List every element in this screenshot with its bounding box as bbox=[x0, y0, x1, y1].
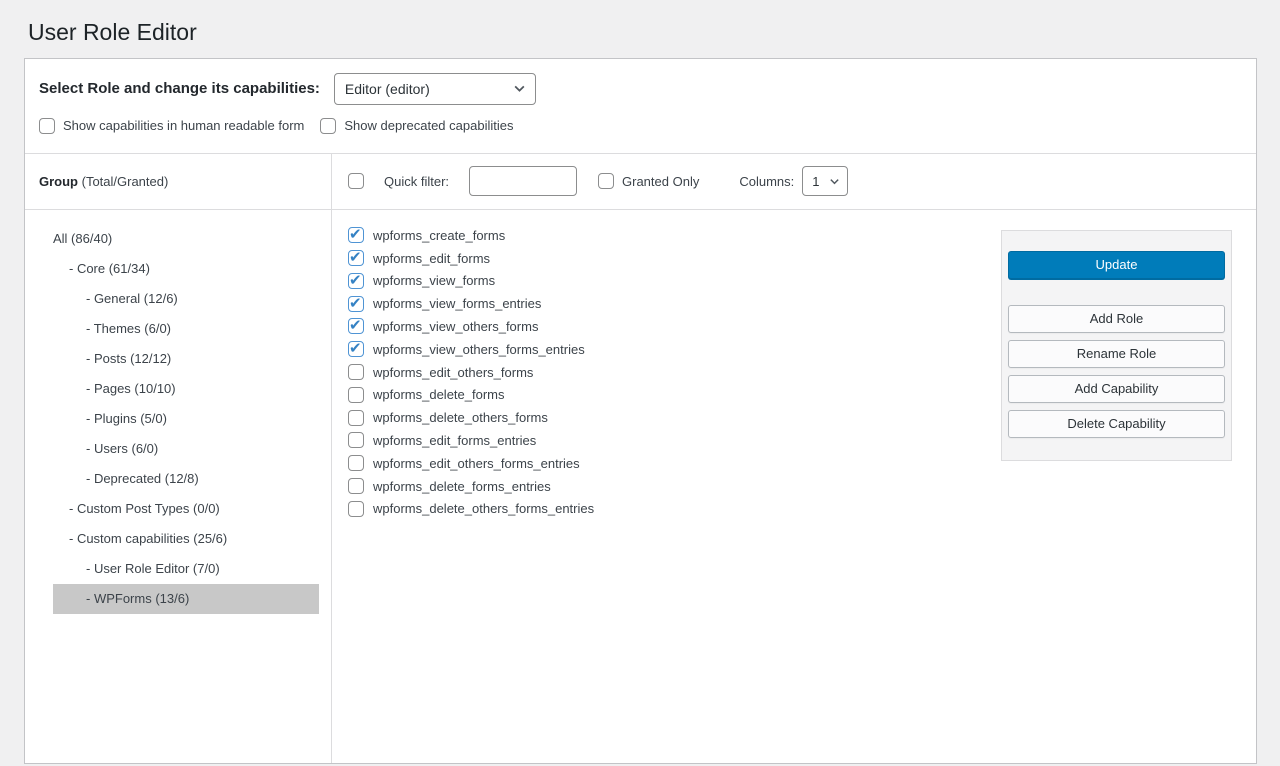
capability-checkbox[interactable] bbox=[348, 250, 364, 266]
group-tree-item[interactable]: - Posts (12/12) bbox=[53, 344, 319, 374]
panel-columns: Group (Total/Granted) All (86/40)- Core … bbox=[25, 153, 1256, 763]
capability-checkbox[interactable] bbox=[348, 318, 364, 334]
capabilities-body: wpforms_create_forms wpforms_edit_formswp… bbox=[332, 210, 1256, 763]
role-select-value: Editor (editor) bbox=[345, 81, 430, 97]
group-tree-item[interactable]: All (86/40) bbox=[53, 224, 319, 254]
capability-row[interactable]: wpforms_delete_forms_entries bbox=[348, 475, 1001, 498]
show-deprecated-label: Show deprecated capabilities bbox=[344, 118, 513, 133]
rename-role-button[interactable]: Rename Role bbox=[1008, 340, 1225, 368]
capability-list: wpforms_create_forms wpforms_edit_formswp… bbox=[348, 224, 1001, 520]
group-tree-item[interactable]: - Users (6/0) bbox=[53, 434, 319, 464]
capability-checkbox[interactable] bbox=[348, 432, 364, 448]
capability-label: wpforms_edit_others_forms_entries bbox=[373, 456, 580, 471]
capability-checkbox[interactable] bbox=[348, 341, 364, 357]
capability-checkbox[interactable] bbox=[348, 296, 364, 312]
capability-checkbox[interactable] bbox=[348, 501, 364, 517]
capability-label: wpforms_delete_forms_entries bbox=[373, 479, 551, 494]
human-readable-checkbox[interactable] bbox=[39, 118, 55, 134]
capabilities-column: Quick filter: Granted Only Columns: 1 bbox=[332, 154, 1256, 763]
capability-label: wpforms_delete_others_forms_entries bbox=[373, 501, 594, 516]
group-tree: All (86/40)- Core (61/34)- General (12/6… bbox=[25, 210, 331, 614]
capability-row[interactable]: wpforms_edit_others_forms bbox=[348, 361, 1001, 384]
granted-only-checkbox[interactable] bbox=[598, 173, 614, 189]
capability-row[interactable]: wpforms_delete_others_forms_entries bbox=[348, 497, 1001, 520]
add-capability-button[interactable]: Add Capability bbox=[1008, 375, 1225, 403]
capability-label: wpforms_edit_forms_entries bbox=[373, 433, 536, 448]
group-tree-item[interactable]: - Pages (10/10) bbox=[53, 374, 319, 404]
capability-row[interactable]: wpforms_delete_forms bbox=[348, 383, 1001, 406]
select-all-checkbox[interactable] bbox=[348, 173, 364, 189]
capability-label: wpforms_delete_others_forms bbox=[373, 410, 548, 425]
group-tree-item[interactable]: - Custom Post Types (0/0) bbox=[53, 494, 319, 524]
group-header-bold: Group bbox=[39, 174, 78, 189]
group-tree-item[interactable]: - WPForms (13/6) bbox=[53, 584, 319, 614]
group-tree-item[interactable]: - User Role Editor (7/0) bbox=[53, 554, 319, 584]
capability-checkbox[interactable] bbox=[348, 364, 364, 380]
role-select[interactable]: Editor (editor) bbox=[334, 73, 536, 105]
admin-page: User Role Editor Select Role and change … bbox=[0, 0, 1280, 764]
show-deprecated-toggle[interactable]: Show deprecated capabilities bbox=[320, 118, 513, 134]
page-title: User Role Editor bbox=[24, 8, 1257, 58]
capability-checkbox[interactable] bbox=[348, 410, 364, 426]
capability-row[interactable]: wpforms_edit_forms bbox=[348, 247, 1001, 270]
capability-row[interactable]: wpforms_view_forms_entries bbox=[348, 292, 1001, 315]
delete-capability-button[interactable]: Delete Capability bbox=[1008, 410, 1225, 438]
group-tree-item[interactable]: - General (12/6) bbox=[53, 284, 319, 314]
capability-row[interactable]: wpforms_edit_others_forms_entries bbox=[348, 452, 1001, 475]
quick-filter-input[interactable] bbox=[469, 166, 577, 196]
granted-only-toggle[interactable]: Granted Only bbox=[598, 173, 699, 189]
filter-bar: Quick filter: Granted Only Columns: 1 bbox=[332, 154, 1256, 210]
human-readable-label: Show capabilities in human readable form bbox=[63, 118, 304, 133]
group-tree-item[interactable]: - Plugins (5/0) bbox=[53, 404, 319, 434]
capability-label: wpforms_create_forms bbox=[373, 228, 505, 243]
update-button[interactable]: Update bbox=[1008, 251, 1225, 279]
capability-checkbox[interactable] bbox=[348, 273, 364, 289]
role-select-row: Select Role and change its capabilities:… bbox=[25, 59, 1256, 117]
capability-row[interactable]: wpforms_view_forms bbox=[348, 269, 1001, 292]
chevron-down-icon bbox=[513, 82, 526, 95]
capability-label: wpforms_view_forms_entries bbox=[373, 296, 541, 311]
capability-label: wpforms_delete_forms bbox=[373, 387, 505, 402]
user-role-editor-panel: Select Role and change its capabilities:… bbox=[24, 58, 1257, 764]
capability-label: wpforms_edit_forms bbox=[373, 251, 490, 266]
display-options-row: Show capabilities in human readable form… bbox=[25, 117, 1256, 153]
capability-label: wpforms_view_others_forms bbox=[373, 319, 538, 334]
capability-row[interactable]: wpforms_view_others_forms_entries bbox=[348, 338, 1001, 361]
human-readable-toggle[interactable]: Show capabilities in human readable form bbox=[39, 118, 304, 134]
columns-select-value: 1 bbox=[812, 174, 819, 189]
columns-label: Columns: bbox=[739, 174, 794, 189]
capability-checkbox[interactable] bbox=[348, 455, 364, 471]
columns-select[interactable]: 1 bbox=[802, 166, 848, 196]
chevron-down-icon bbox=[829, 176, 840, 187]
granted-only-label: Granted Only bbox=[622, 174, 699, 189]
capability-checkbox[interactable] bbox=[348, 387, 364, 403]
groups-header: Group (Total/Granted) bbox=[25, 154, 331, 210]
groups-column: Group (Total/Granted) All (86/40)- Core … bbox=[25, 154, 332, 763]
capability-row[interactable]: wpforms_view_others_forms bbox=[348, 315, 1001, 338]
select-role-label: Select Role and change its capabilities: bbox=[39, 80, 320, 97]
capability-label: wpforms_view_forms bbox=[373, 273, 495, 288]
capability-label: wpforms_view_others_forms_entries bbox=[373, 342, 585, 357]
capability-row[interactable]: wpforms_edit_forms_entries bbox=[348, 429, 1001, 452]
group-tree-item[interactable]: - Themes (6/0) bbox=[53, 314, 319, 344]
capability-row[interactable]: wpforms_create_forms bbox=[348, 224, 1001, 247]
actions-panel: Update Add Role Rename Role Add Capabili… bbox=[1001, 230, 1232, 461]
group-tree-item[interactable]: - Deprecated (12/8) bbox=[53, 464, 319, 494]
add-role-button[interactable]: Add Role bbox=[1008, 305, 1225, 333]
capability-checkbox[interactable] bbox=[348, 478, 364, 494]
capability-checkbox[interactable] bbox=[348, 227, 364, 243]
group-header-rest: (Total/Granted) bbox=[78, 174, 168, 189]
capability-row[interactable]: wpforms_delete_others_forms bbox=[348, 406, 1001, 429]
group-tree-item[interactable]: - Custom capabilities (25/6) bbox=[53, 524, 319, 554]
capability-label: wpforms_edit_others_forms bbox=[373, 365, 533, 380]
quick-filter-label: Quick filter: bbox=[384, 174, 449, 189]
group-tree-item[interactable]: - Core (61/34) bbox=[53, 254, 319, 284]
show-deprecated-checkbox[interactable] bbox=[320, 118, 336, 134]
